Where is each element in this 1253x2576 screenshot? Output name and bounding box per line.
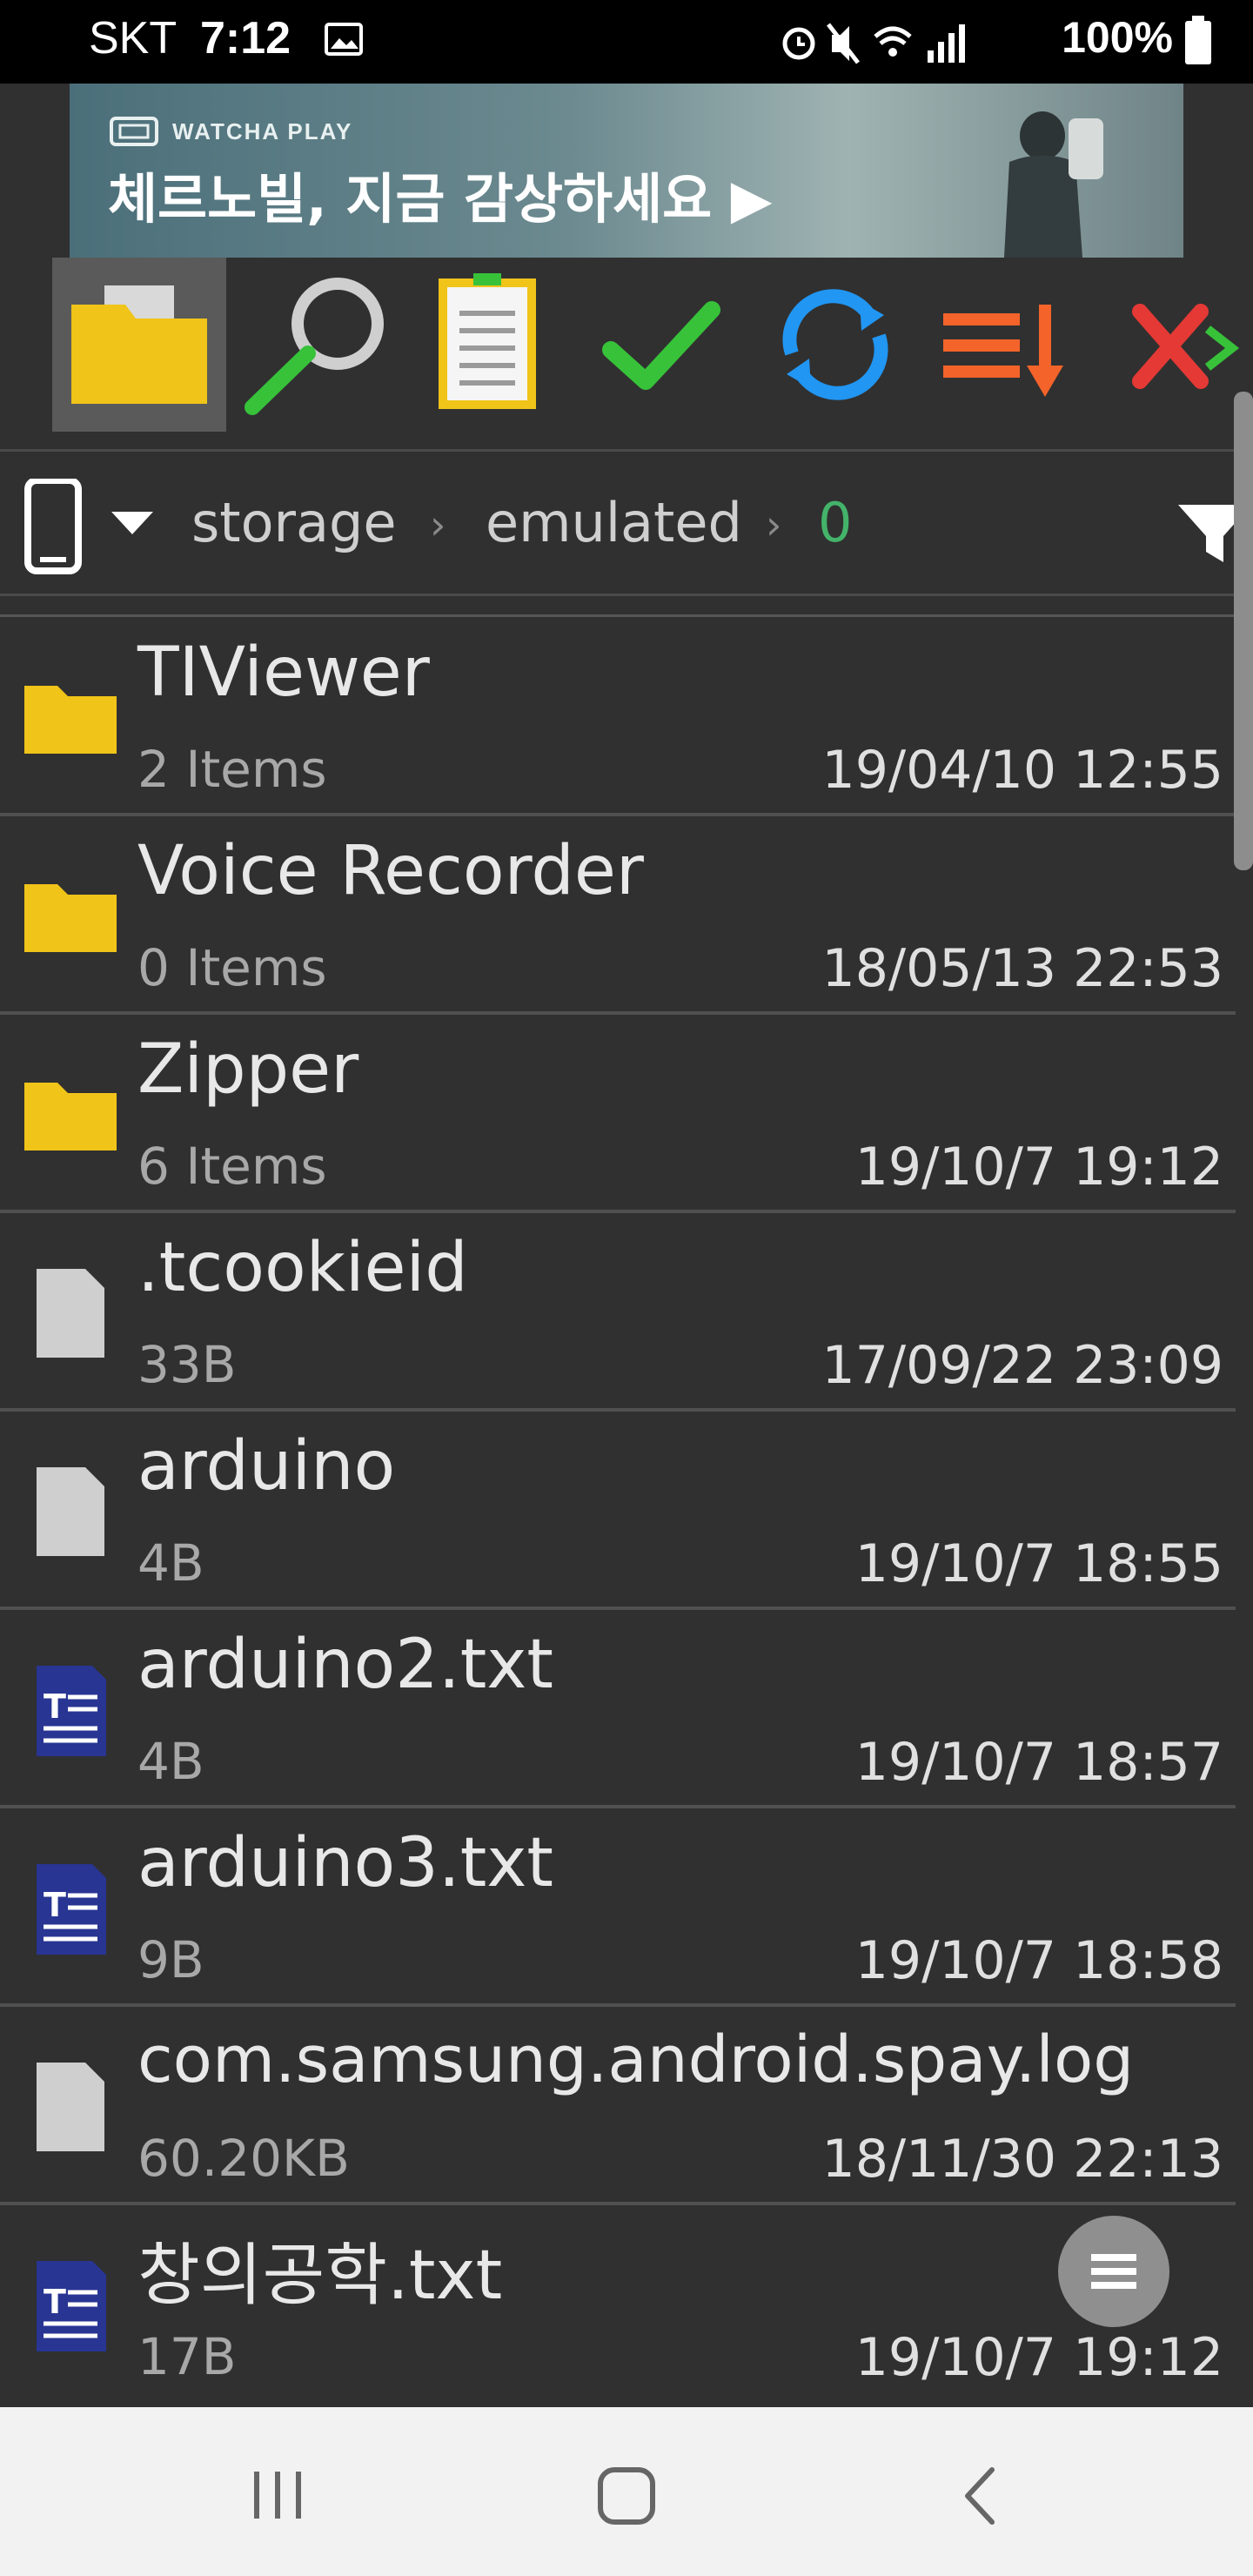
file-icon bbox=[37, 1467, 104, 1556]
file-meta: 4B bbox=[137, 1533, 204, 1593]
file-icon bbox=[37, 2063, 104, 2151]
file-date: 19/10/7 18:57 bbox=[854, 1732, 1223, 1793]
folder-icon bbox=[24, 884, 117, 952]
folder-icon bbox=[71, 285, 207, 404]
file-date: 19/10/7 19:12 bbox=[854, 2327, 1223, 2388]
ad-figure-image bbox=[1004, 111, 1103, 258]
svg-text:T: T bbox=[44, 1687, 66, 1726]
file-date: 19/10/7 18:58 bbox=[854, 1930, 1223, 1991]
select-button[interactable] bbox=[574, 258, 748, 432]
hamburger-icon bbox=[1091, 2254, 1136, 2289]
list-item[interactable]: Zipper 6 Items 19/10/7 19:12 bbox=[0, 1015, 1236, 1213]
battery-percent: 100% bbox=[1062, 13, 1173, 62]
file-meta: 6 Items bbox=[137, 1137, 327, 1196]
file-meta: 2 Items bbox=[137, 740, 327, 799]
list-top-divider bbox=[0, 614, 1253, 617]
list-item[interactable]: Voice Recorder 0 Items 18/05/13 22:53 bbox=[0, 816, 1236, 1015]
breadcrumb-separator: › bbox=[766, 501, 782, 548]
toolbar-divider bbox=[0, 449, 1253, 452]
breadcrumb-emulated[interactable]: emulated bbox=[486, 491, 742, 554]
list-item[interactable]: com.samsung.android.spay.log 60.20KB 18/… bbox=[0, 2007, 1236, 2205]
breadcrumb-current[interactable]: 0 bbox=[818, 491, 852, 554]
breadcrumb-storage[interactable]: storage bbox=[191, 491, 397, 554]
folder-button[interactable] bbox=[52, 258, 226, 432]
svg-text:T: T bbox=[44, 1886, 66, 1924]
file-name: Voice Recorder bbox=[137, 832, 644, 910]
file-name: TIViewer bbox=[137, 634, 430, 712]
sort-button[interactable] bbox=[922, 258, 1096, 432]
back-icon[interactable] bbox=[955, 2465, 1008, 2527]
folder-icon bbox=[24, 686, 117, 754]
file-meta: 4B bbox=[137, 1732, 204, 1791]
file-name: .tcookieid bbox=[137, 1229, 468, 1307]
checkmark-icon bbox=[602, 301, 720, 390]
file-date: 19/10/7 18:55 bbox=[854, 1533, 1223, 1594]
file-date: 17/09/22 23:09 bbox=[821, 1335, 1223, 1396]
menu-fab-button[interactable] bbox=[1058, 2216, 1169, 2327]
file-meta: 60.20KB bbox=[137, 2129, 350, 2188]
file-name: 창의공학.txt bbox=[137, 2237, 503, 2315]
system-nav-bar bbox=[0, 2407, 1253, 2576]
ad-title: 체르노빌, 지금 감상하세요 ▶ bbox=[108, 167, 773, 231]
chevron-down-icon[interactable] bbox=[110, 510, 155, 536]
ad-banner[interactable]: WATCHA PLAY 체르노빌, 지금 감상하세요 ▶ bbox=[70, 84, 1183, 258]
recent-apps-icon[interactable] bbox=[244, 2465, 313, 2526]
image-notification-icon bbox=[325, 23, 363, 56]
close-button[interactable] bbox=[1096, 258, 1253, 432]
battery-icon bbox=[1185, 16, 1211, 64]
file-name: arduino bbox=[137, 1427, 396, 1506]
phone-storage-icon[interactable] bbox=[21, 479, 90, 574]
file-meta: 17B bbox=[137, 2327, 237, 2386]
folder-icon bbox=[24, 1083, 117, 1150]
list-item[interactable]: T 창의공학.txt 17B 19/10/7 19:12 bbox=[0, 2205, 1236, 2407]
file-meta: 33B bbox=[137, 1335, 237, 1394]
scrollbar[interactable] bbox=[1234, 392, 1253, 870]
file-date: 18/05/13 22:53 bbox=[821, 938, 1223, 999]
text-file-icon: T bbox=[37, 1666, 106, 1756]
list-item[interactable]: TIViewer 2 Items 19/04/10 12:55 bbox=[0, 618, 1236, 816]
watcha-logo-icon bbox=[110, 117, 158, 146]
refresh-icon bbox=[782, 289, 888, 400]
file-icon bbox=[37, 1269, 104, 1358]
path-divider bbox=[0, 594, 1253, 596]
wifi-icon bbox=[874, 26, 912, 38]
ad-brand: WATCHA PLAY bbox=[172, 118, 353, 144]
file-name: arduino3.txt bbox=[137, 1824, 554, 1902]
text-file-icon: T bbox=[37, 2261, 106, 2351]
breadcrumb-separator: › bbox=[430, 501, 446, 548]
clock: 7:12 bbox=[200, 13, 291, 64]
list-item[interactable]: .tcookieid 33B 17/09/22 23:09 bbox=[0, 1213, 1236, 1412]
file-name: arduino2.txt bbox=[137, 1626, 554, 1704]
clipboard-button[interactable] bbox=[400, 258, 574, 432]
list-item[interactable]: T arduino2.txt 4B 19/10/7 18:57 bbox=[0, 1610, 1236, 1808]
breadcrumb: storage › emulated › 0 bbox=[0, 453, 1253, 594]
file-meta: 0 Items bbox=[137, 938, 327, 997]
file-date: 19/10/7 19:12 bbox=[854, 1137, 1223, 1197]
svg-text:T: T bbox=[44, 2283, 66, 2321]
list-item[interactable]: arduino 4B 19/10/7 18:55 bbox=[0, 1412, 1236, 1610]
text-file-icon: T bbox=[37, 1864, 106, 1955]
list-item[interactable]: T arduino3.txt 9B 19/10/7 18:58 bbox=[0, 1808, 1236, 2007]
home-icon[interactable] bbox=[595, 2465, 658, 2527]
file-meta: 9B bbox=[137, 1930, 204, 1989]
toolbar bbox=[0, 258, 1253, 449]
file-name: Zipper bbox=[137, 1030, 359, 1109]
close-arrow-icon bbox=[1132, 304, 1240, 389]
sort-icon bbox=[943, 305, 1063, 397]
file-name: com.samsung.android.spay.log bbox=[137, 2023, 1135, 2097]
status-bar: SKT 7:12 100% bbox=[0, 0, 1253, 84]
signal-icon bbox=[928, 50, 934, 63]
file-date: 19/04/10 12:55 bbox=[821, 740, 1223, 801]
search-button[interactable] bbox=[235, 258, 409, 432]
file-date: 18/11/30 22:13 bbox=[821, 2129, 1223, 2190]
refresh-button[interactable] bbox=[748, 258, 922, 432]
status-icons bbox=[782, 23, 965, 64]
carrier-label: SKT bbox=[89, 13, 178, 64]
search-icon bbox=[245, 278, 384, 415]
clipboard-icon bbox=[439, 273, 536, 409]
